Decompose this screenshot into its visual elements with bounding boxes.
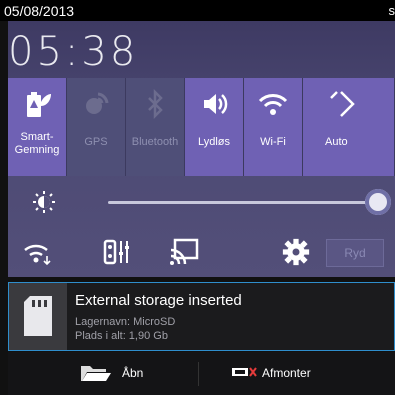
unmount-label: Afmonter xyxy=(262,366,311,380)
brightness-icon[interactable] xyxy=(32,190,56,214)
toggle-label: GPS xyxy=(84,136,108,148)
notification-actions: Åbn Afmonter xyxy=(8,352,395,395)
status-bar: 05/08/2013 s xyxy=(0,0,395,21)
notification-item[interactable]: External storage inserted Lagernavn: Mic… xyxy=(8,282,395,351)
toggle-gps[interactable]: GPS xyxy=(67,78,126,176)
notification-title: External storage inserted xyxy=(75,292,242,309)
toggle-row: Smart- Gemning GPS Bluetooth Lydløs Wi-F… xyxy=(8,78,395,176)
open-label: Åbn xyxy=(122,366,144,380)
gps-icon xyxy=(86,92,109,114)
auto-rotate-icon xyxy=(330,91,355,117)
brightness-slider-track[interactable] xyxy=(108,201,378,204)
status-date: 05/08/2013 xyxy=(4,3,75,19)
notification-line-1: Lagernavn: MicroSD xyxy=(75,316,176,328)
toggle-label: Bluetooth xyxy=(131,136,179,148)
clear-button-label: Ryd xyxy=(344,246,366,260)
eject-sd-icon xyxy=(232,367,257,377)
wifi-sync-icon[interactable] xyxy=(22,236,54,268)
status-edge-glyph: s xyxy=(388,3,395,18)
notification-line-2: Plads i alt: 1,90 Gb xyxy=(75,330,168,342)
toggle-auto-rotate[interactable]: Auto xyxy=(303,78,395,176)
settings-gear-icon[interactable] xyxy=(282,238,310,266)
brightness-slider-knob[interactable] xyxy=(365,189,391,215)
toggle-label: Auto xyxy=(325,136,348,148)
toggle-power-saving[interactable]: Smart- Gemning xyxy=(8,78,67,176)
quick-settings-panel: 05:38 Smart- Gemning GPS Bluetooth Lydlø… xyxy=(8,21,395,277)
toggle-label: Wi-Fi xyxy=(260,136,286,148)
cast-screen-icon[interactable] xyxy=(168,236,200,268)
brightness-row xyxy=(8,178,395,226)
bluetooth-icon xyxy=(148,88,163,120)
quick-action-row: Ryd xyxy=(8,226,395,278)
toggle-sound[interactable]: Lydløs xyxy=(185,78,244,176)
toggle-bluetooth[interactable]: Bluetooth xyxy=(126,78,185,176)
battery-leaf-icon xyxy=(27,92,51,117)
equalizer-icon[interactable] xyxy=(101,236,133,268)
notification-icon-box xyxy=(9,283,67,350)
toggle-label-line2: Gemning xyxy=(14,144,60,156)
toggle-label-line1: Smart- xyxy=(20,131,54,143)
toggle-wifi[interactable]: Wi-Fi xyxy=(244,78,303,176)
folder-icon xyxy=(81,366,111,381)
sd-card-icon xyxy=(24,296,52,336)
actions-divider xyxy=(198,362,199,386)
toggle-label: Lydløs xyxy=(198,136,230,148)
wifi-icon xyxy=(258,94,288,115)
clock: 05:38 xyxy=(8,29,139,75)
speaker-icon xyxy=(204,94,228,114)
toggle-label-power-saving: Smart- Gemning xyxy=(8,131,66,157)
clear-button[interactable]: Ryd xyxy=(326,239,384,267)
